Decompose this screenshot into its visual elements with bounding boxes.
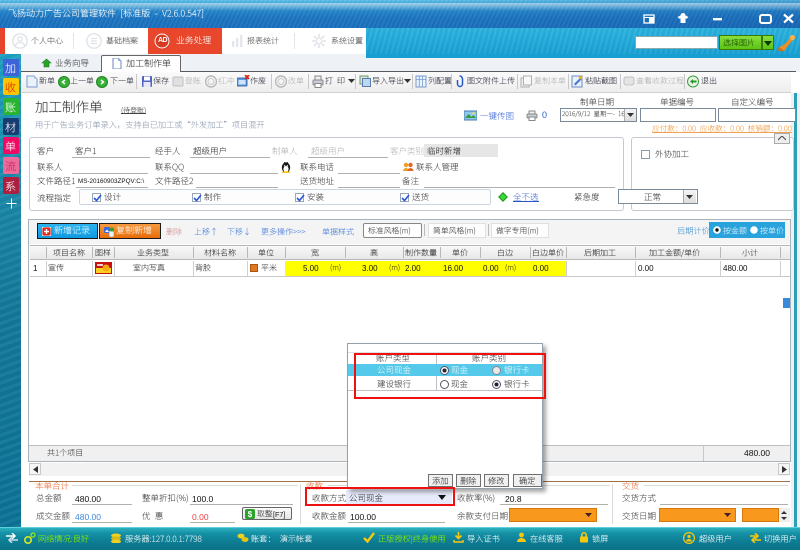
svg-text:$: $	[248, 510, 253, 519]
